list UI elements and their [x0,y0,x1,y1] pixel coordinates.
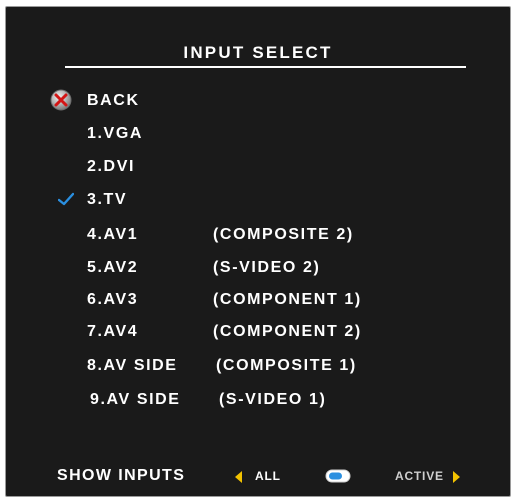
menu-item-av2[interactable]: 5.AV2 [87,259,138,277]
osd-menu-panel [5,6,511,497]
title-underline [65,66,466,68]
menu-item-av-side-2-detail: (S-VIDEO 1) [219,391,327,408]
menu-item-av-side-2[interactable]: 9.AV SIDE [90,391,181,409]
menu-item-dvi[interactable]: 2.DVI [87,158,135,176]
arrow-left-icon[interactable] [235,471,242,483]
menu-item-vga[interactable]: 1.VGA [87,125,143,143]
menu-item-av4[interactable]: 7.AV4 [87,323,138,341]
menu-item-av1[interactable]: 4.AV1 [87,226,138,244]
menu-item-av4-detail: (COMPONENT 2) [213,323,362,340]
menu-item-tv[interactable]: 3.TV [87,191,127,209]
menu-item-av1-detail: (COMPOSITE 2) [213,226,354,243]
menu-item-av3[interactable]: 6.AV3 [87,291,138,309]
checkmark-icon [58,192,74,206]
menu-item-av-side-1-detail: (COMPOSITE 1) [216,357,357,374]
menu-title: INPUT SELECT [183,43,333,62]
arrow-right-icon[interactable] [453,471,460,483]
menu-item-av3-detail: (COMPONENT 1) [213,291,362,308]
back-x-icon[interactable] [50,89,72,111]
show-inputs-option-all[interactable]: ALL [255,469,281,483]
menu-item-av-side-1[interactable]: 8.AV SIDE [87,357,178,375]
menu-item-av2-detail: (S-VIDEO 2) [213,259,321,276]
show-inputs-label: SHOW INPUTS [57,467,186,484]
toggle-switch-icon[interactable] [325,469,351,483]
show-inputs-option-active[interactable]: ACTIVE [395,469,444,483]
menu-item-back[interactable]: BACK [87,92,140,110]
